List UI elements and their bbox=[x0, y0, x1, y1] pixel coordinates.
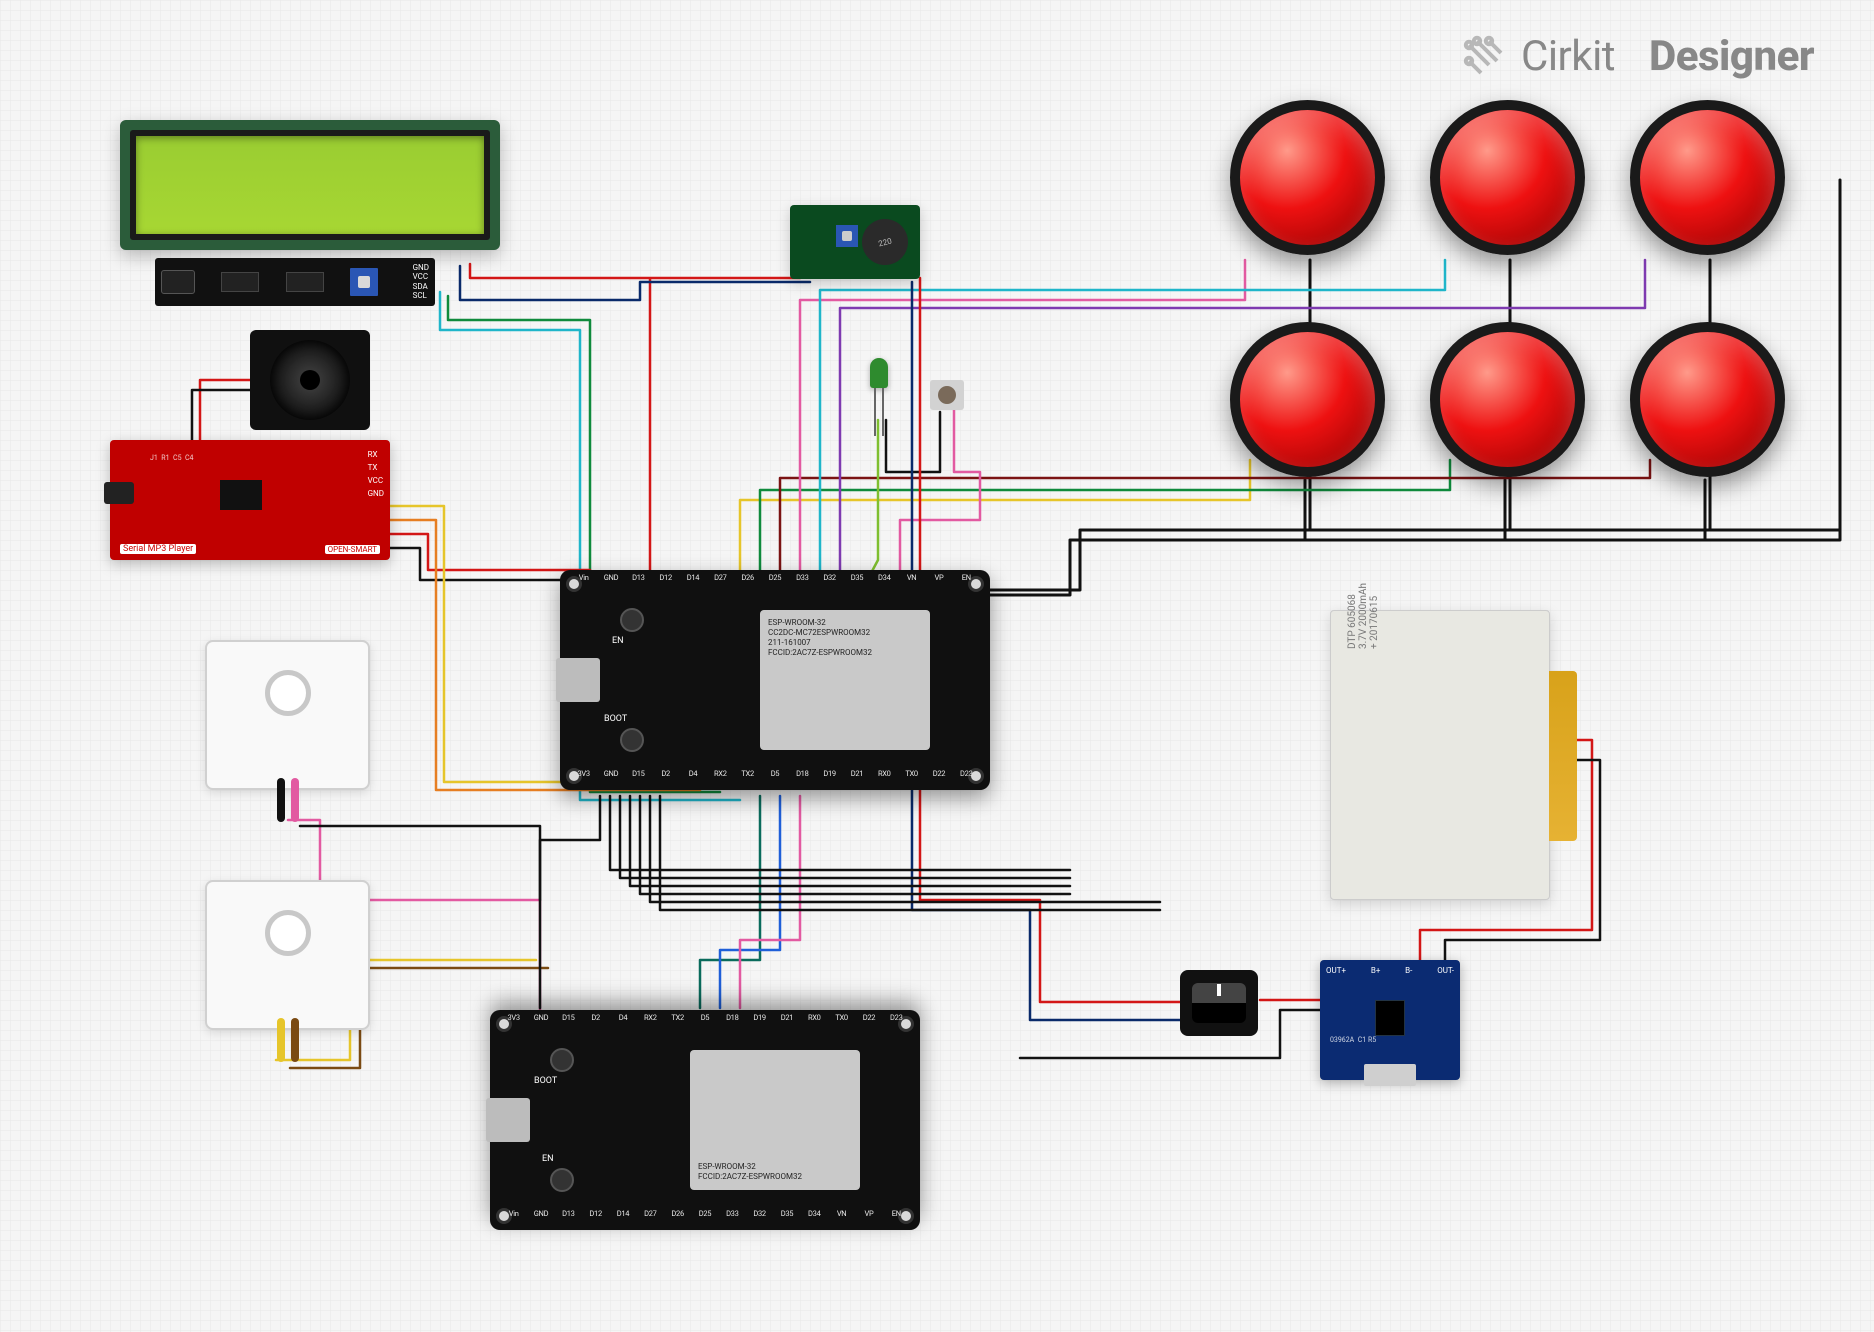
speaker-cone-icon bbox=[270, 340, 350, 420]
arcade-button-2[interactable] bbox=[1430, 100, 1585, 255]
mp3-title: Serial MP3 Player bbox=[120, 544, 196, 554]
tp-pin-labels: OUT+ B+ B- OUT- bbox=[1326, 966, 1454, 975]
esp-shield-icon: ESP-WROOM-32 CC2DC-MC72ESPWROOM32 211-16… bbox=[760, 610, 930, 750]
brand-bold: Designer bbox=[1649, 32, 1814, 81]
esp-b-pins-bot: 3V3GNDD15D2D4RX2TX2D5D18D19D21RX0TX0D22D… bbox=[500, 1013, 910, 1031]
en-label: EN bbox=[542, 1154, 554, 1164]
contrast-pot[interactable] bbox=[350, 268, 378, 296]
arcade-button-3[interactable] bbox=[1630, 100, 1785, 255]
inductor-icon: 220 bbox=[857, 214, 913, 270]
status-led[interactable] bbox=[870, 358, 888, 388]
aux-jack-icon bbox=[104, 482, 134, 504]
lcd-screen bbox=[130, 130, 490, 240]
tact-button[interactable] bbox=[930, 380, 964, 410]
lipo-tab-icon bbox=[1549, 671, 1577, 841]
mp3-player-module[interactable]: J1 R1 C5 C4 RX TX VCC GND Serial MP3 Pla… bbox=[110, 440, 390, 560]
en-button[interactable] bbox=[620, 608, 644, 632]
backpack-ic2 bbox=[286, 272, 324, 292]
arcade-button-6[interactable] bbox=[1630, 322, 1785, 477]
trim-pot[interactable] bbox=[836, 225, 858, 247]
mp3-silk: J1 R1 C5 C4 bbox=[150, 454, 194, 462]
power-switch[interactable] bbox=[1180, 970, 1258, 1036]
boot-button[interactable] bbox=[620, 728, 644, 752]
arcade-button-5[interactable] bbox=[1430, 322, 1585, 477]
servo-1[interactable] bbox=[205, 640, 370, 790]
servo-2[interactable] bbox=[205, 880, 370, 1030]
boot-button[interactable] bbox=[550, 1048, 574, 1072]
speaker[interactable] bbox=[250, 330, 370, 430]
en-label: EN bbox=[612, 636, 624, 646]
i2c-pin-labels: GND VCC SDA SCL bbox=[405, 264, 429, 301]
circuit-icon bbox=[1461, 33, 1509, 81]
brand-light: Cirkit bbox=[1521, 32, 1615, 81]
servo-hub-icon bbox=[265, 910, 311, 956]
lipo-battery[interactable]: DTP 605068 3.7V 2000mAh + 20170615 bbox=[1330, 610, 1550, 900]
servo-leads bbox=[277, 778, 299, 822]
esp-b-pins-top: VinGNDD13D12D14D27D26D25D33D32D35D34VNVP… bbox=[500, 1209, 910, 1227]
tp4056-charger[interactable]: OUT+ B+ B- OUT- 03962A C1 R5 bbox=[1320, 960, 1460, 1080]
mp3-ic bbox=[220, 480, 262, 510]
tp4056-silk: 03962A C1 R5 bbox=[1330, 1036, 1376, 1044]
mp3-brand: OPEN-SMART bbox=[325, 545, 380, 554]
esp32-b[interactable]: EN BOOT ESP-WROOM-32 FCCID:2AC7Z-ESPWROO… bbox=[490, 1010, 920, 1230]
micro-usb-icon bbox=[486, 1098, 530, 1142]
esp-a-pins-top: VinGNDD13D12D14D27D26D25D33D32D35D34VNVP… bbox=[570, 573, 980, 591]
app-logo: Cirkit Designer bbox=[1461, 32, 1814, 81]
boot-label: BOOT bbox=[534, 1076, 557, 1086]
arcade-button-1[interactable] bbox=[1230, 100, 1385, 255]
en-button[interactable] bbox=[550, 1168, 574, 1192]
mp3-pins: RX TX VCC GND bbox=[368, 450, 384, 498]
esp-a-pins-bot: 3V3GNDD15D2D4RX2TX2D5D18D19D21RX0TX0D22D… bbox=[570, 769, 980, 787]
lipo-label: DTP 605068 3.7V 2000mAh + 20170615 bbox=[1347, 583, 1380, 649]
backpack-jack bbox=[161, 270, 195, 294]
i2c-backpack[interactable]: GND VCC SDA SCL bbox=[155, 258, 435, 306]
servo-leads bbox=[277, 1018, 299, 1062]
design-canvas[interactable]: Cirkit Designer bbox=[0, 0, 1874, 1332]
micro-usb-icon bbox=[556, 658, 600, 702]
rocker-toggle-icon bbox=[1192, 983, 1246, 1023]
servo-hub-icon bbox=[265, 670, 311, 716]
boot-label: BOOT bbox=[604, 714, 627, 724]
lcd-16x2[interactable] bbox=[120, 120, 500, 250]
esp-shield-icon: ESP-WROOM-32 FCCID:2AC7Z-ESPWROOM32 bbox=[690, 1050, 860, 1190]
esp32-a[interactable]: EN BOOT ESP-WROOM-32 CC2DC-MC72ESPWROOM3… bbox=[560, 570, 990, 790]
backpack-ic bbox=[221, 272, 259, 292]
tp4056-ic bbox=[1375, 1000, 1405, 1036]
arcade-button-4[interactable] bbox=[1230, 322, 1385, 477]
boost-regulator[interactable]: 220 bbox=[790, 205, 920, 279]
micro-usb-icon bbox=[1364, 1064, 1416, 1086]
